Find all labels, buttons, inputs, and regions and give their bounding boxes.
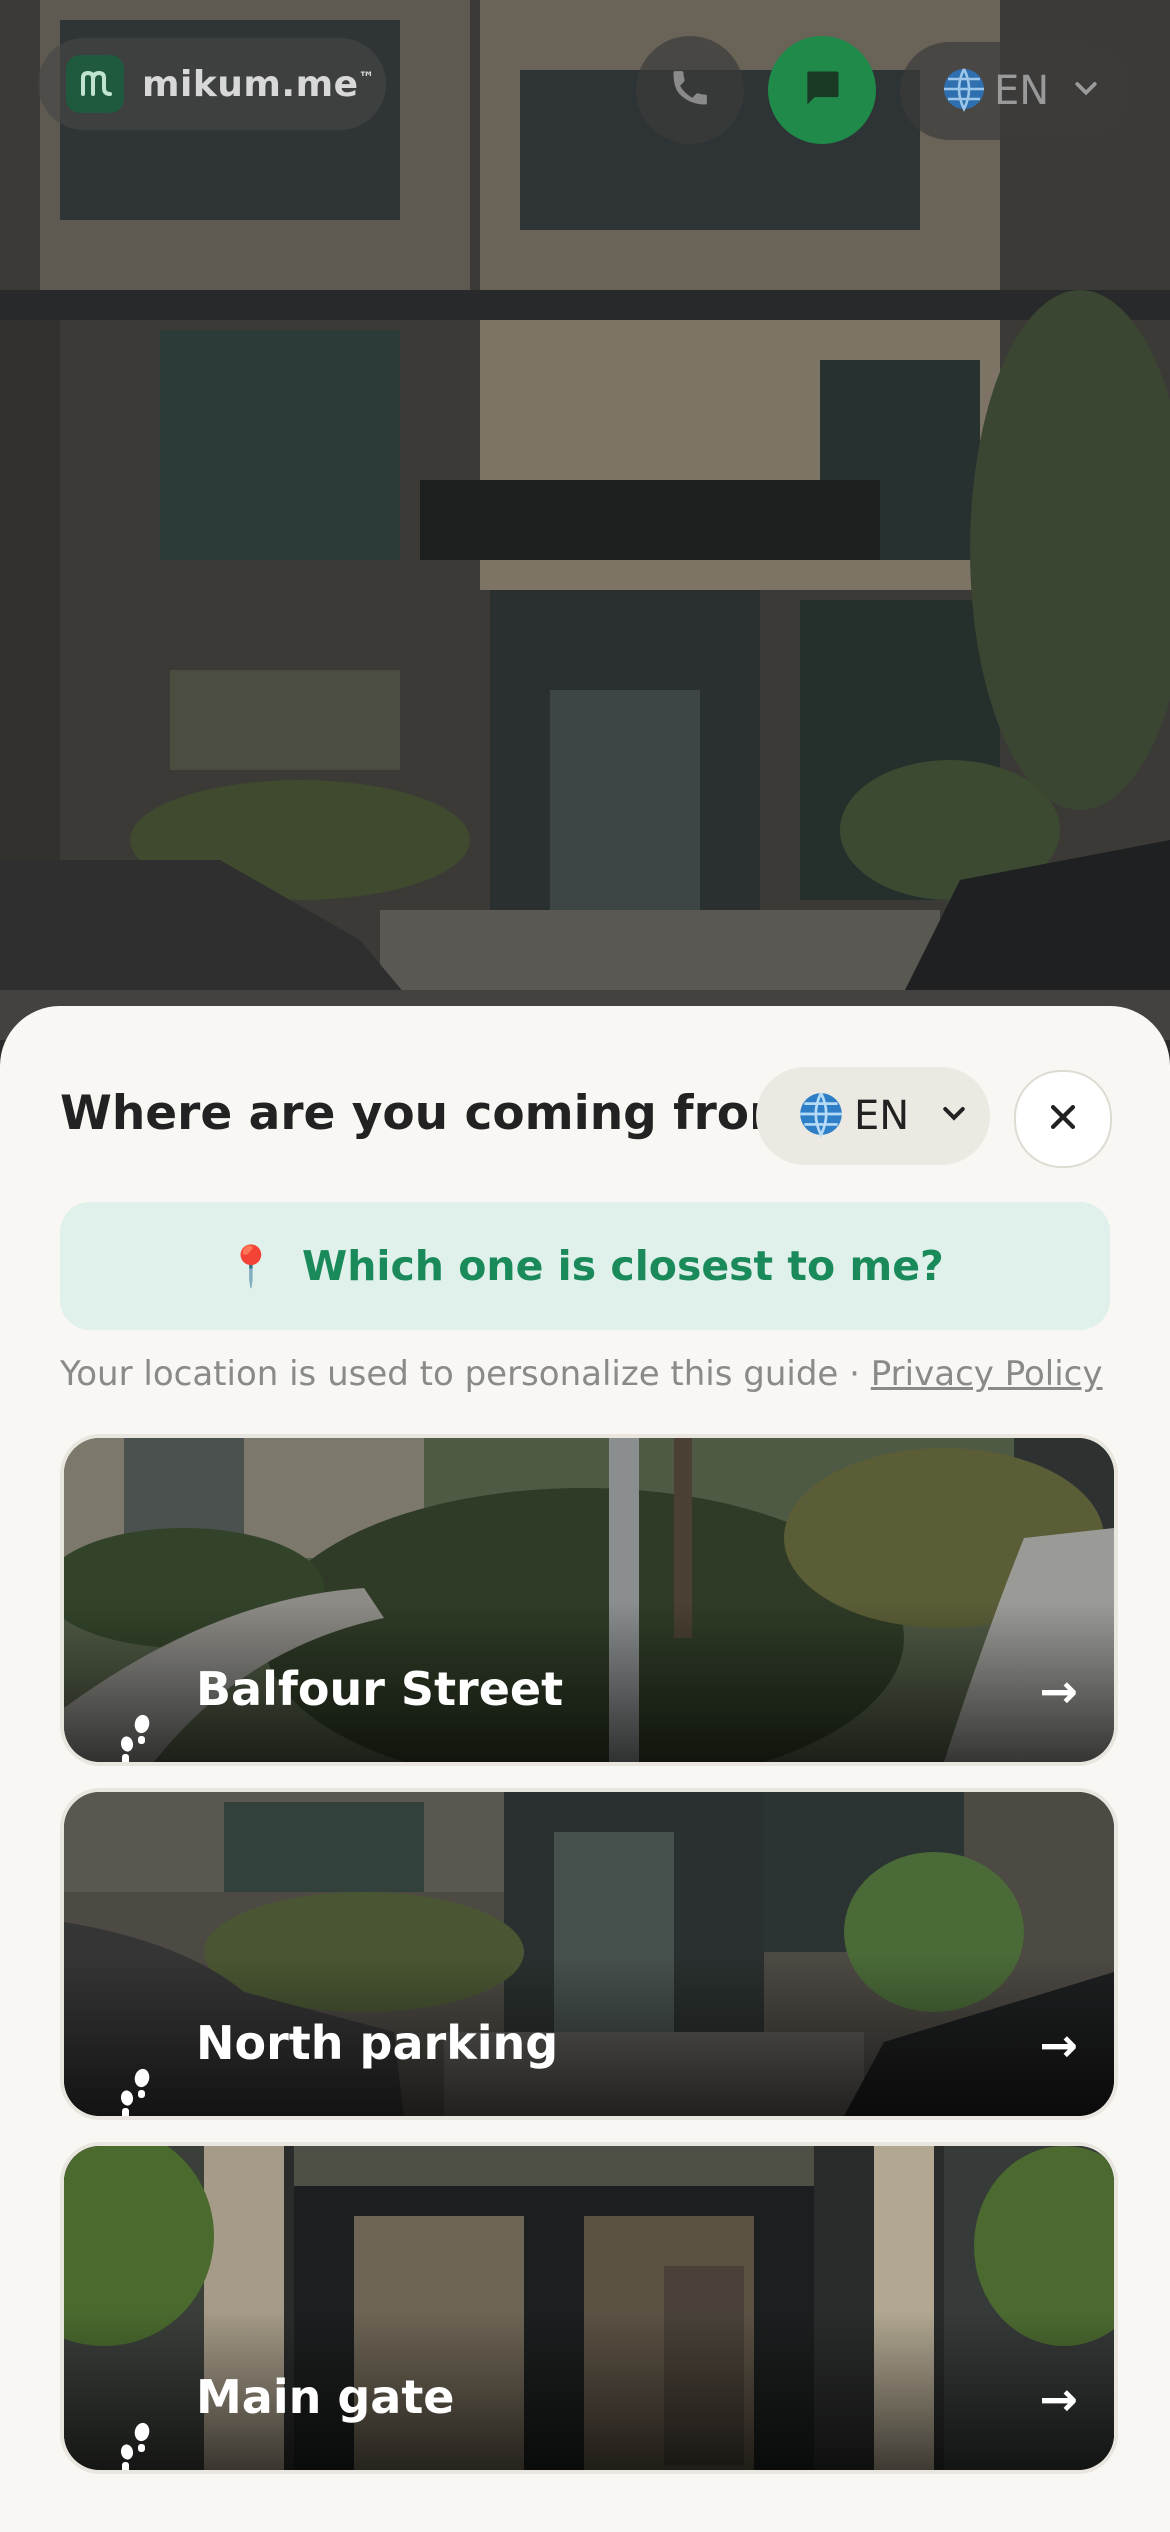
sheet-title: Where are you coming from? xyxy=(60,1086,826,1141)
globe-icon xyxy=(940,65,988,117)
close-icon xyxy=(1046,1100,1080,1138)
phone-icon xyxy=(668,66,712,114)
hero-building-photo xyxy=(0,0,1170,1040)
map-pin-icon: 📍 xyxy=(226,1243,277,1290)
entrance-label: Balfour Street xyxy=(196,1662,564,1716)
chat-button[interactable] xyxy=(768,36,876,144)
language-selector-top[interactable]: EN xyxy=(900,42,1132,140)
location-privacy-note: Your location is used to personalize thi… xyxy=(60,1354,1103,1394)
arrow-right-icon: → xyxy=(1039,1664,1078,1718)
entrance-card-main-gate[interactable]: Main gate → xyxy=(60,2142,1118,2474)
entrance-label: North parking xyxy=(196,2016,559,2070)
globe-icon xyxy=(796,1089,846,1143)
privacy-policy-link[interactable]: Privacy Policy xyxy=(871,1354,1103,1394)
arrow-right-icon: → xyxy=(1039,2018,1078,2072)
chevron-down-icon xyxy=(1071,74,1101,108)
chevron-down-icon xyxy=(939,1099,969,1133)
close-button[interactable] xyxy=(1014,1070,1112,1168)
find-closest-label: Which one is closest to me? xyxy=(302,1242,944,1290)
call-button[interactable] xyxy=(636,36,744,144)
location-note-text: Your location is used to personalize thi… xyxy=(60,1354,871,1394)
chat-icon xyxy=(800,66,844,114)
entrance-label: Main gate xyxy=(196,2370,455,2424)
find-closest-button[interactable]: 📍 Which one is closest to me? xyxy=(60,1202,1110,1330)
language-code-top: EN xyxy=(994,68,1050,114)
arrow-right-icon: → xyxy=(1039,2372,1078,2426)
brand-name: mikum.me™ xyxy=(142,63,376,105)
brand-pill[interactable]: mikum.me™ xyxy=(38,38,386,130)
entrance-card-north-parking[interactable]: North parking → xyxy=(60,1788,1118,2120)
language-code: EN xyxy=(854,1093,910,1139)
language-selector[interactable]: EN xyxy=(756,1067,990,1165)
entrance-card-balfour-street[interactable]: Balfour Street → xyxy=(60,1434,1118,1766)
brand-logo-icon xyxy=(66,55,124,113)
